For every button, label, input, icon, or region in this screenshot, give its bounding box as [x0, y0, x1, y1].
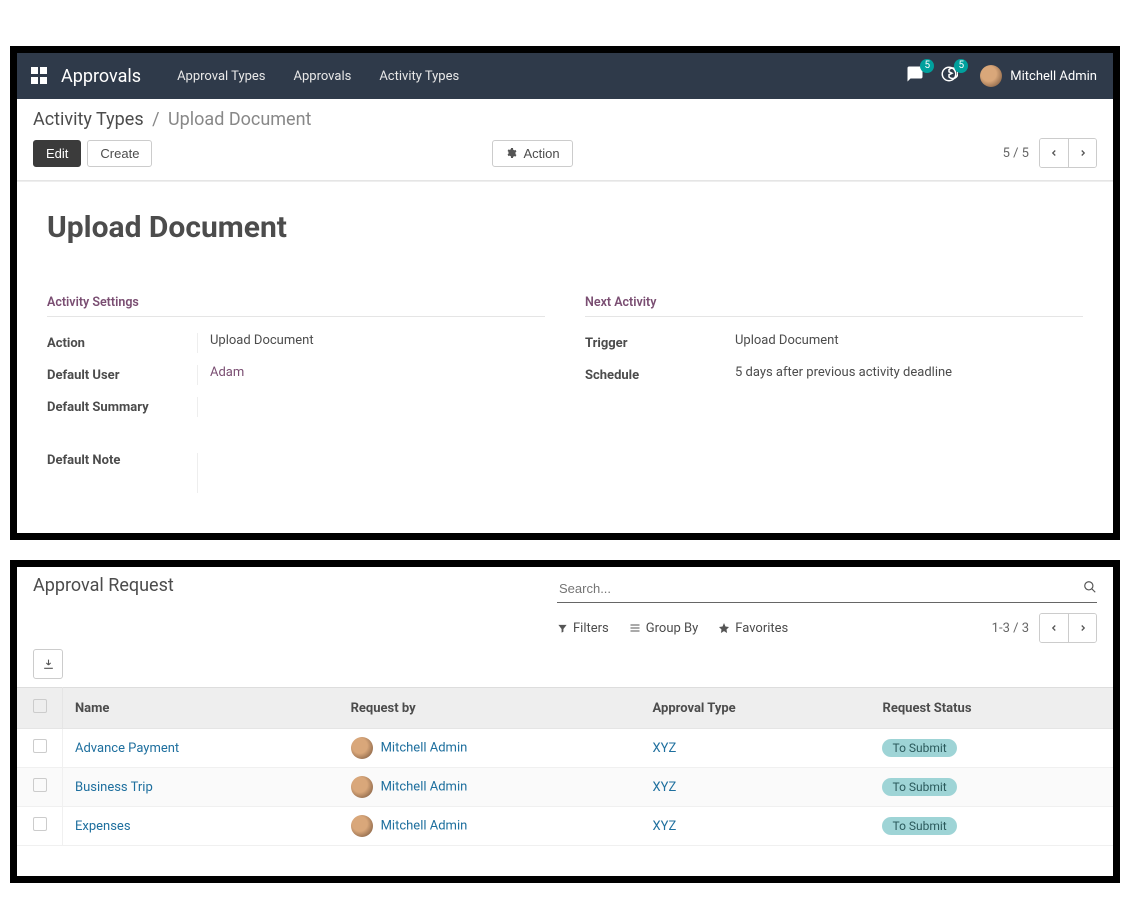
search-wrap	[557, 575, 1097, 603]
action-button[interactable]: Action	[492, 140, 572, 167]
chevron-left-icon	[1049, 623, 1059, 633]
list-window: Approval Request Filters Group By	[10, 560, 1120, 883]
table-row[interactable]: Expenses Mitchell Admin XYZ To Submit	[17, 807, 1113, 846]
chevron-right-icon	[1078, 148, 1088, 158]
favorites-label: Favorites	[735, 621, 788, 636]
breadcrumb-leaf: Upload Document	[168, 109, 311, 130]
pager-text: 5 / 5	[1003, 146, 1029, 161]
schedule-label: Schedule	[585, 368, 735, 383]
row-checkbox[interactable]	[33, 739, 47, 753]
messages-icon[interactable]: 5	[906, 65, 924, 87]
row-checkbox[interactable]	[33, 817, 47, 831]
nav-approvals[interactable]: Approvals	[280, 69, 366, 84]
funnel-icon	[557, 623, 568, 634]
avatar	[351, 815, 373, 837]
search-icon[interactable]	[1083, 580, 1097, 598]
row-name[interactable]: Advance Payment	[75, 741, 179, 756]
row-type[interactable]: XYZ	[653, 741, 677, 756]
default-user-value[interactable]: Adam	[197, 365, 545, 385]
trigger-label: Trigger	[585, 336, 735, 351]
nav-activity-types[interactable]: Activity Types	[365, 69, 473, 84]
row-requestby[interactable]: Mitchell Admin	[381, 779, 468, 794]
form-sheet-outer: Upload Document Activity Settings Action…	[17, 181, 1113, 533]
activity-settings-heading: Activity Settings	[47, 295, 545, 317]
next-activity-heading: Next Activity	[585, 295, 1083, 317]
status-badge: To Submit	[882, 817, 956, 835]
edit-button[interactable]: Edit	[33, 140, 81, 167]
form-window: Approvals Approval Types Approvals Activ…	[10, 46, 1120, 540]
list-icon	[629, 622, 641, 634]
groupby-label: Group By	[646, 621, 699, 636]
list-pager-prev[interactable]	[1040, 614, 1068, 642]
groupby-button[interactable]: Group By	[629, 621, 699, 636]
create-button[interactable]: Create	[87, 140, 152, 167]
download-button[interactable]	[33, 649, 63, 679]
user-name[interactable]: Mitchell Admin	[1010, 69, 1097, 84]
apps-icon[interactable]	[31, 67, 49, 85]
activity-settings-col: Activity Settings Action Upload Document…	[47, 295, 545, 493]
select-all-checkbox[interactable]	[33, 699, 47, 713]
filters-button[interactable]: Filters	[557, 621, 609, 636]
activities-icon[interactable]: 5	[940, 65, 958, 87]
search-input[interactable]	[557, 577, 1075, 600]
breadcrumb-sep: /	[148, 109, 163, 130]
row-requestby[interactable]: Mitchell Admin	[381, 818, 468, 833]
page-title: Upload Document	[47, 210, 1083, 245]
col-name[interactable]: Name	[63, 688, 339, 729]
breadcrumb: Activity Types / Upload Document	[33, 109, 1097, 130]
approval-table: Name Request by Approval Type Request St…	[17, 687, 1113, 846]
col-request-by[interactable]: Request by	[339, 688, 641, 729]
table-row[interactable]: Advance Payment Mitchell Admin XYZ To Su…	[17, 729, 1113, 768]
list-header: Approval Request Filters Group By	[17, 567, 1113, 643]
app-brand[interactable]: Approvals	[61, 66, 141, 87]
chevron-right-icon	[1078, 623, 1088, 633]
list-pager-text: 1-3 / 3	[992, 621, 1029, 636]
default-summary-value	[197, 397, 545, 417]
form-sheet: Upload Document Activity Settings Action…	[17, 181, 1113, 533]
default-note-label: Default Note	[47, 453, 197, 468]
row-name[interactable]: Expenses	[75, 819, 131, 834]
default-note-value	[197, 453, 545, 493]
next-activity-col: Next Activity Trigger Upload Document Sc…	[585, 295, 1083, 493]
row-type[interactable]: XYZ	[653, 780, 677, 795]
activities-badge: 5	[954, 59, 968, 73]
list-title: Approval Request	[33, 575, 174, 596]
filters-label: Filters	[573, 621, 609, 636]
list-pager: 1-3 / 3	[992, 613, 1097, 643]
col-approval-type[interactable]: Approval Type	[641, 688, 871, 729]
row-checkbox[interactable]	[33, 778, 47, 792]
schedule-value: 5 days after previous activity deadline	[735, 365, 1083, 385]
default-user-label: Default User	[47, 368, 197, 383]
pager: 5 / 5	[1003, 138, 1097, 168]
default-summary-label: Default Summary	[47, 400, 197, 415]
trigger-value: Upload Document	[735, 333, 1083, 353]
status-badge: To Submit	[882, 778, 956, 796]
list-pager-next[interactable]	[1068, 614, 1096, 642]
control-bar: Activity Types / Upload Document Edit Cr…	[17, 99, 1113, 181]
top-nav: Approvals Approval Types Approvals Activ…	[17, 53, 1113, 99]
user-avatar[interactable]	[980, 65, 1002, 87]
action-button-label: Action	[523, 146, 559, 161]
table-row[interactable]: Business Trip Mitchell Admin XYZ To Subm…	[17, 768, 1113, 807]
gear-icon	[505, 147, 517, 159]
pager-next-button[interactable]	[1068, 139, 1096, 167]
action-value: Upload Document	[197, 333, 545, 353]
messages-badge: 5	[920, 59, 934, 73]
breadcrumb-root[interactable]: Activity Types	[33, 109, 144, 130]
col-request-status[interactable]: Request Status	[870, 688, 1113, 729]
star-icon	[718, 622, 730, 634]
pager-prev-button[interactable]	[1040, 139, 1068, 167]
row-name[interactable]: Business Trip	[75, 780, 153, 795]
favorites-button[interactable]: Favorites	[718, 621, 788, 636]
chevron-left-icon	[1049, 148, 1059, 158]
download-icon	[42, 658, 55, 671]
nav-approval-types[interactable]: Approval Types	[163, 69, 279, 84]
action-label: Action	[47, 336, 197, 351]
row-type[interactable]: XYZ	[653, 819, 677, 834]
avatar	[351, 776, 373, 798]
row-requestby[interactable]: Mitchell Admin	[381, 740, 468, 755]
status-badge: To Submit	[882, 739, 956, 757]
avatar	[351, 737, 373, 759]
